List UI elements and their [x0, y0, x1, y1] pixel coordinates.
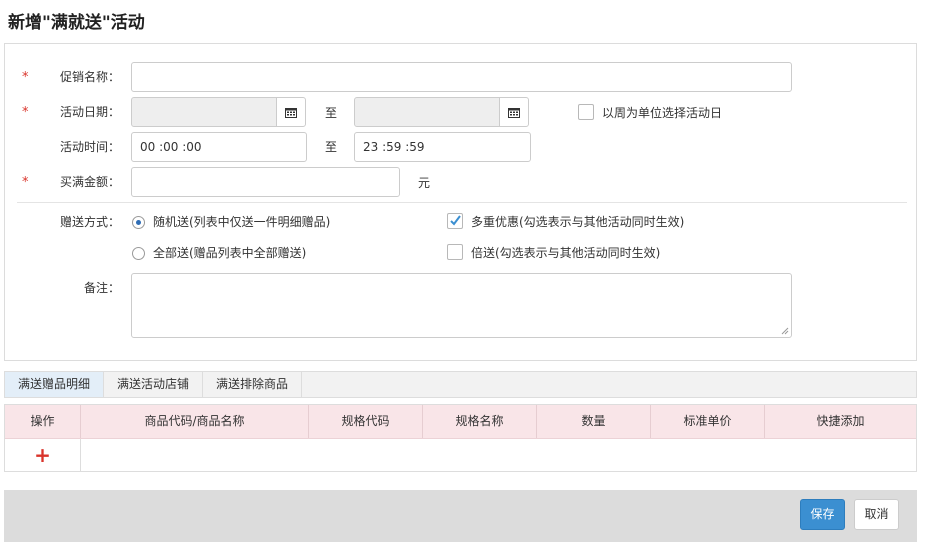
week-unit-label: 以周为单位选择活动日 — [602, 106, 723, 120]
gift-all-radio[interactable] — [132, 247, 145, 260]
footer-bar: 保存 取消 — [4, 490, 917, 542]
form-panel: * 促销名称： * 活动日期： 至 以周为单位选择活动日 活动时间： 00 :0… — [4, 43, 917, 361]
add-row-button[interactable]: + — [34, 445, 51, 465]
start-date-picker-button[interactable] — [276, 97, 306, 127]
double-gift-checkbox[interactable] — [447, 244, 463, 260]
promo-name-label: 促销名称： — [59, 70, 120, 84]
end-date-input[interactable] — [354, 97, 500, 127]
tab-excluded-products[interactable]: 满送排除商品 — [203, 372, 303, 397]
remark-textarea[interactable] — [131, 273, 792, 338]
calendar-icon — [508, 107, 520, 118]
multi-offer-checkbox[interactable] — [447, 213, 463, 229]
tab-bar: 满送赠品明细 满送活动店铺 满送排除商品 — [4, 371, 917, 398]
double-gift-label: 倍送(勾选表示与其他活动同时生效) — [471, 246, 661, 260]
remark-label: 备注： — [83, 281, 120, 295]
promo-name-input[interactable] — [131, 62, 792, 92]
save-button[interactable]: 保存 — [800, 499, 845, 530]
week-unit-checkbox[interactable] — [578, 104, 594, 120]
tab-gift-details[interactable]: 满送赠品明细 — [5, 372, 105, 397]
amount-unit: 元 — [418, 176, 431, 190]
column-header: 商品代码/商品名称 — [81, 405, 309, 438]
page-title: 新增"满就送"活动 — [8, 13, 145, 33]
time-to-label: 至 — [325, 140, 338, 154]
start-date-input[interactable] — [131, 97, 277, 127]
gift-random-radio[interactable] — [132, 216, 145, 229]
gift-random-label: 随机送(列表中仅送一件明细赠品) — [153, 215, 331, 229]
resize-grip-icon — [781, 327, 789, 335]
gift-mode-label: 赠送方式： — [59, 215, 120, 229]
time-label: 活动时间： — [59, 140, 120, 154]
column-header: 快捷添加 — [816, 414, 865, 428]
date-label: 活动日期： — [59, 105, 120, 119]
amount-input[interactable] — [131, 167, 400, 197]
start-time-input[interactable]: 00 :00 :00 — [131, 132, 307, 162]
column-header: 操作 — [5, 405, 81, 438]
gift-all-label: 全部送(赠品列表中全部赠送) — [153, 246, 307, 260]
add-row-cell: + — [5, 439, 81, 471]
column-header: 规格名称 — [423, 405, 537, 438]
column-header: 规格代码 — [309, 405, 423, 438]
table-row: + — [5, 439, 916, 471]
cancel-button[interactable]: 取消 — [854, 499, 899, 530]
gift-grid: 操作 商品代码/商品名称 规格代码 规格名称 数量 标准单价 快捷添加 + — [4, 404, 917, 472]
calendar-icon — [285, 107, 297, 118]
multi-offer-label: 多重优惠(勾选表示与其他活动同时生效) — [471, 215, 685, 229]
column-header: 数量 — [537, 405, 651, 438]
tab-stores[interactable]: 满送活动店铺 — [104, 372, 204, 397]
check-icon — [450, 215, 461, 226]
end-time-input[interactable]: 23 :59 :59 — [354, 132, 531, 162]
date-to-label: 至 — [325, 106, 338, 120]
column-header: 标准单价 — [651, 405, 765, 438]
grid-header: 操作 商品代码/商品名称 规格代码 规格名称 数量 标准单价 快捷添加 — [5, 405, 916, 439]
end-date-picker-button[interactable] — [499, 97, 529, 127]
amount-label: 买满金额： — [59, 175, 120, 189]
divider — [17, 202, 907, 203]
